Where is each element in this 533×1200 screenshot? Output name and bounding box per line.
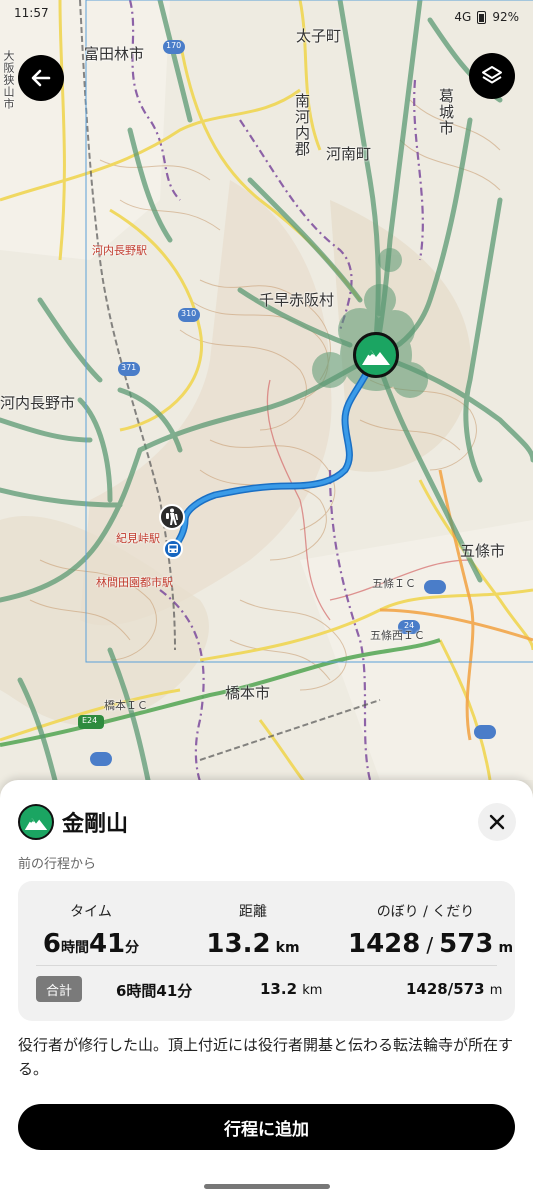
back-button[interactable]	[18, 55, 64, 101]
total-distance-number: 13.2	[260, 980, 298, 998]
mountain-icon	[24, 818, 48, 830]
bus-stop-marker[interactable]	[163, 539, 183, 559]
map-label-kawachinagano: 河内長野市	[0, 394, 76, 412]
map-label-road-e24: E24	[82, 716, 98, 725]
stat-elevation: のぼり / くだり 1428/573 m	[348, 901, 513, 959]
stat-distance-number: 13.2	[206, 929, 271, 959]
stat-elevation-up: 1428	[348, 929, 421, 959]
map-label-kimitoge-station: 紀見峠駅	[116, 532, 160, 545]
total-distance-unit: km	[302, 983, 323, 998]
total-elevation-unit: m	[489, 983, 503, 998]
map-label-road-310: 310	[181, 309, 197, 318]
arrow-left-icon	[31, 69, 51, 87]
stat-elevation-unit: m	[498, 940, 514, 956]
battery-icon	[477, 10, 487, 24]
hiker-icon	[166, 508, 178, 525]
close-icon	[489, 814, 505, 830]
status-time: 11:57	[14, 6, 49, 20]
total-row: 合計 6時間41分 13.2 km 1428/573 m	[18, 976, 515, 1006]
map-label-gojo-ic: 五條ＩＣ	[372, 577, 416, 590]
home-indicator[interactable]	[204, 1184, 330, 1189]
stat-distance: 距離 13.2 km	[188, 901, 318, 959]
mountain-badge	[18, 804, 54, 840]
sheet-header: 金剛山	[18, 804, 128, 840]
map-label-gojo: 五條市	[460, 542, 506, 560]
stat-elevation-down: 573	[439, 929, 494, 959]
layers-icon	[482, 66, 502, 84]
map-view[interactable]: 富田林市 太子町 南河内郡 河南町 葛城市 千早赤阪村 河内長野市 五條市 橋本…	[0, 0, 533, 800]
map-label-hashimoto-ic: 橋本ＩＣ	[104, 699, 148, 712]
stat-distance-label: 距離	[239, 904, 267, 920]
stat-time-minutes-unit: 分	[125, 940, 140, 956]
bottom-sheet: 金剛山 前の行程から タイム 6時間41分 距離 13.2 km のぼり / く…	[0, 780, 533, 1200]
total-badge: 合計	[36, 976, 82, 1002]
mountain-icon	[362, 350, 390, 365]
map-label-road-170: 170	[166, 41, 182, 50]
map-label-hashimoto: 橋本市	[225, 684, 271, 702]
map-label-osakasayama: 大阪狭山市	[2, 50, 15, 110]
map-label-chihayaakasaka: 千早赤阪村	[259, 291, 335, 309]
map-label-katsuragi: 葛城市	[437, 88, 455, 136]
map-label-rinkan-station: 林間田園都市駅	[96, 576, 173, 589]
start-marker[interactable]	[159, 504, 185, 530]
stat-distance-value: 13.2 km	[188, 929, 318, 959]
mountain-name: 金剛山	[62, 812, 129, 837]
map-label-road-371: 371	[121, 363, 137, 372]
status-bar: 11:57 4G 92%	[0, 6, 533, 28]
total-time: 6時間41分	[116, 982, 193, 1000]
battery-level: 92%	[492, 10, 519, 24]
map-label-gojo-nishi-ic: 五條西ＩＣ	[370, 629, 425, 642]
map-label-minamikawachi: 南河内郡	[293, 93, 311, 157]
stats-divider	[36, 965, 497, 966]
stat-distance-unit: km	[275, 940, 300, 956]
stat-elevation-label: のぼり / くだり	[376, 904, 475, 920]
stat-time-label: タイム	[70, 904, 112, 920]
map-label-kawachinagano-station: 河内長野駅	[92, 244, 147, 257]
network-indicator: 4G	[454, 10, 472, 24]
stat-elevation-separator: /	[426, 933, 434, 957]
layers-button[interactable]	[469, 53, 515, 99]
total-distance: 13.2 km	[260, 980, 322, 998]
mountain-description: 役行者が修行した山。頂上付近には役行者開基と伝わる転法輪寺が所在する。	[18, 1036, 514, 1078]
add-to-plan-button[interactable]: 行程に追加	[18, 1104, 515, 1150]
stat-time-minutes: 41	[88, 929, 126, 959]
stats-card: タイム 6時間41分 距離 13.2 km のぼり / くだり 1428/573…	[18, 881, 515, 1021]
stat-time-value: 6時間41分	[36, 929, 146, 959]
map-label-tondabayashi: 富田林市	[84, 45, 145, 63]
summit-marker[interactable]	[353, 332, 399, 378]
map-label-road-24: 24	[404, 621, 415, 630]
total-elevation-number: 1428/573	[406, 980, 485, 998]
stat-time: タイム 6時間41分	[36, 901, 146, 959]
stat-time-hours-unit: 時間	[60, 940, 89, 956]
map-label-kanan: 河南町	[326, 145, 372, 163]
route-context-label: 前の行程から	[18, 857, 97, 872]
stat-time-hours: 6	[42, 929, 61, 959]
bus-icon	[168, 544, 178, 553]
stat-elevation-value: 1428/573 m	[348, 929, 513, 959]
map-label-taishi: 太子町	[296, 27, 342, 45]
close-button[interactable]	[478, 803, 516, 841]
app-root: 富田林市 太子町 南河内郡 河南町 葛城市 千早赤阪村 河内長野市 五條市 橋本…	[0, 0, 533, 1200]
total-elevation: 1428/573 m	[406, 980, 502, 998]
